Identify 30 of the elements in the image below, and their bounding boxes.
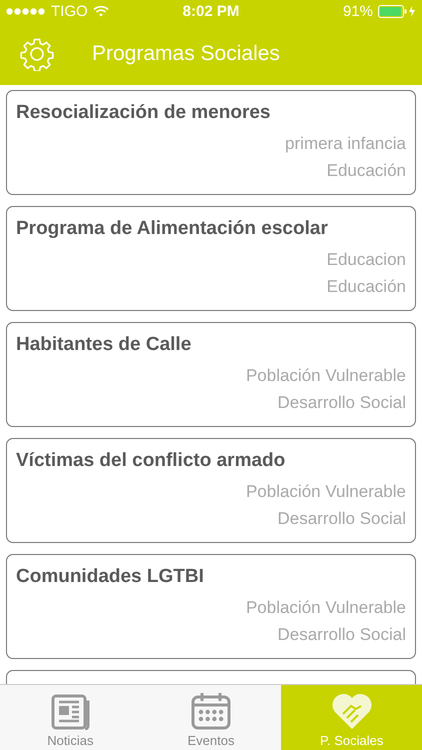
- program-category: Población Vulnerable: [246, 481, 406, 503]
- program-category: Desarrollo Social: [278, 392, 406, 414]
- program-category: Educación: [326, 160, 406, 182]
- newspaper-icon: [49, 694, 92, 730]
- wifi-icon: [92, 5, 109, 17]
- program-category: primera infancia: [285, 133, 406, 155]
- battery-charging-icon: [378, 4, 416, 18]
- calendar-icon: [190, 692, 232, 730]
- heart-handshake-icon: [330, 692, 373, 730]
- program-category: Desarrollo Social: [278, 624, 406, 646]
- program-title: Habitantes de Calle: [16, 334, 192, 356]
- program-card[interactable]: Resocialización de menores primera infancia Educación: [6, 90, 416, 195]
- status-time: 8:02 PM: [182, 2, 240, 20]
- signal-icon: [6, 8, 46, 14]
- program-category: Población Vulnerable: [246, 597, 406, 619]
- program-category: Educación: [326, 276, 406, 298]
- battery-percent: 91%: [342, 2, 373, 20]
- program-category: Población Vulnerable: [246, 365, 406, 387]
- carrier-name: TIGO: [51, 2, 88, 20]
- program-card[interactable]: Víctimas del conflicto armado Población Vulnerable Desarrollo Social: [6, 438, 416, 543]
- program-card[interactable]: Comunidades LGTBI Población Vulnerable Desarrollo Social: [6, 554, 416, 659]
- program-card[interactable]: Programa de Alimentación escolar Educacion Educación: [6, 206, 416, 311]
- screen-title: Programas Sociales: [92, 42, 280, 66]
- program-title: Resocialización de menores: [16, 102, 272, 124]
- program-category: Educacion: [326, 249, 406, 271]
- program-title: Comunidades LGTBI: [16, 566, 205, 588]
- program-title: Programa de Alimentación escolar: [16, 218, 329, 240]
- program-card[interactable]: Habitantes de Calle Población Vulnerable Desarrollo Social: [6, 322, 416, 427]
- program-title: Víctimas del conflicto armado: [16, 450, 286, 472]
- program-category: Desarrollo Social: [278, 508, 406, 530]
